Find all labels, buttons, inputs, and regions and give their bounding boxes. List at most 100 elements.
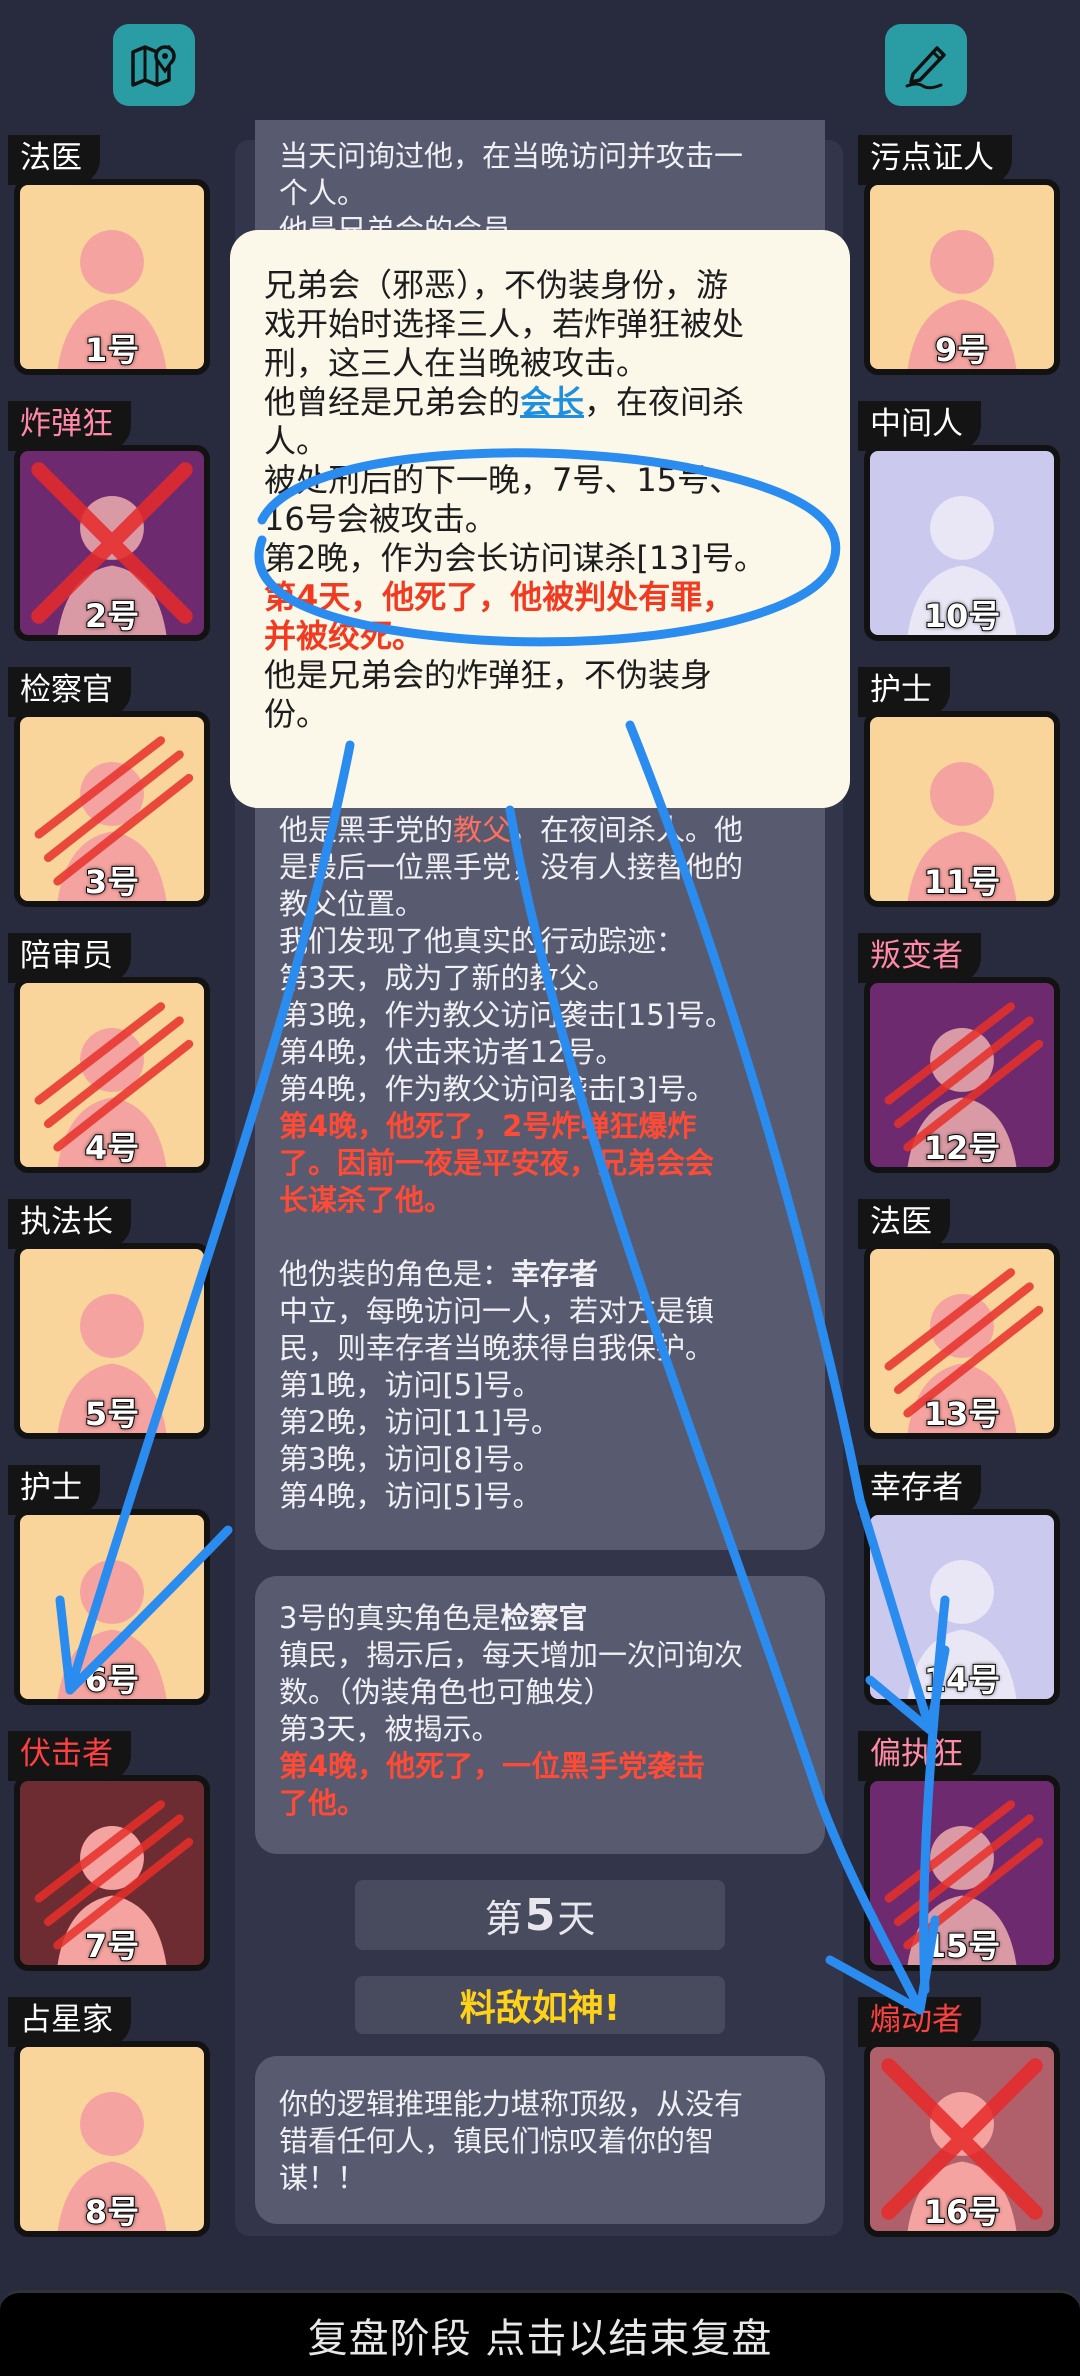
player-slot[interactable]: 护士 6号 <box>8 1465 216 1705</box>
popup-line: 兄弟会（邪恶），不伪装身份，游 <box>264 266 729 304</box>
disguise-role: 幸存者 <box>511 1257 599 1291</box>
pen-edit-icon <box>905 46 946 90</box>
popup-line: 份。 <box>264 695 329 733</box>
popup-line: 16号会被攻击。 <box>264 500 497 538</box>
death-line: 了他。 <box>279 1786 367 1820</box>
player-slot[interactable]: 煽动者 16号 <box>858 1997 1066 2237</box>
notes-button[interactable] <box>885 24 967 106</box>
log-line: 谋！！ <box>279 2161 367 2195</box>
player-slot[interactable]: 占星家 8号 <box>8 1997 216 2237</box>
log-line: 第4晚，作为教父访问袭击[3]号。 <box>279 1072 716 1106</box>
role-link-leader[interactable]: 会长 <box>520 383 584 421</box>
death-line: 长谋杀了他。 <box>279 1183 454 1217</box>
log-card-summary: 你的逻辑推理能力堪称顶级，从没有 错看任何人，镇民们惊叹着你的智 谋！！ <box>255 2056 825 2224</box>
popup-line: 戏开始时选择三人，若炸弹狂被处 <box>264 305 745 343</box>
player-number: 12号 <box>923 1128 1002 1168</box>
player-slot[interactable]: 法医 1号 <box>8 135 216 375</box>
popup-line: 刑，这三人在当晚被攻击。 <box>264 344 649 382</box>
player-slot[interactable]: 幸存者 14号 <box>858 1465 1066 1705</box>
log-line: 是最后一位黑手党，没有人接替他的 <box>279 850 744 884</box>
player-number: 8号 <box>84 2192 140 2232</box>
day-prefix: 第 <box>484 1896 523 1941</box>
role-tag: 护士 <box>8 1465 100 1515</box>
popup-line: 人。 <box>264 422 329 460</box>
log-line: 第3天，成为了新的教父。 <box>279 961 617 995</box>
role-tag: 污点证人 <box>858 135 1012 185</box>
log-line: 你的逻辑推理能力堪称顶级，从没有 <box>279 2087 744 2121</box>
day-indicator: 第5天 <box>355 1880 725 1950</box>
player-slot[interactable]: 法医 13号 <box>858 1199 1066 1439</box>
player-slot[interactable]: 陪审员 4号 <box>8 933 216 1173</box>
map-pin-icon <box>131 45 176 87</box>
player-slot[interactable]: 炸弹狂 2号 <box>8 401 216 641</box>
popup-death-line: 并被绞死。 <box>264 617 425 655</box>
log-line: 镇民，揭示后，每天增加一次问询次 <box>279 1638 744 1672</box>
role-tag: 执法长 <box>8 1199 131 1249</box>
player-slot[interactable]: 偏执狂 15号 <box>858 1731 1066 1971</box>
role-tag: 陪审员 <box>8 933 131 983</box>
log-line: 当天问询过他，在当晚访问并攻击一 <box>279 139 744 173</box>
log-line: 我们发现了他真实的行动踪迹： <box>279 924 686 958</box>
popup-line: 第2晚，作为会长访问谋杀[13]号。 <box>264 539 767 577</box>
log-line: 错看任何人，镇民们惊叹着你的智 <box>279 2124 715 2158</box>
player-number: 2号 <box>84 596 140 636</box>
death-line: 第4晚，他死了，一位黑手党袭击 <box>279 1749 706 1783</box>
map-button[interactable] <box>113 24 195 106</box>
player-slot[interactable]: 伏击者 7号 <box>8 1731 216 1971</box>
player-number: 16号 <box>923 2192 1002 2232</box>
player-number: 7号 <box>84 1926 140 1966</box>
player-slot[interactable]: 护士 11号 <box>858 667 1066 907</box>
player-number: 4号 <box>84 1128 140 1168</box>
player-number: 11号 <box>923 862 1002 902</box>
popup-line: 被处刑后的下一晚，7号、15号、 <box>264 461 742 499</box>
player-number: 15号 <box>923 1926 1002 1966</box>
player-number: 14号 <box>923 1660 1002 1700</box>
player-number: 1号 <box>84 330 140 370</box>
log-line: 民，则幸存者当晚获得自我保护。 <box>279 1331 715 1365</box>
log-card-godfather: 他是黑手党的教父，在夜间杀人。他 是最后一位黑手党，没有人接替他的 教父位置。 … <box>255 760 825 1550</box>
log-line: 个人。 <box>279 176 367 210</box>
day-number: 5 <box>524 1889 556 1941</box>
log-line: 第3晚，作为教父访问袭击[15]号。 <box>279 998 734 1032</box>
death-line: 了。因前一夜是平安夜，兄弟会会 <box>279 1146 715 1180</box>
popup-line: 他是兄弟会的炸弹狂，不伪装身 <box>264 656 713 694</box>
log-line: 第1晚，访问[5]号。 <box>279 1368 542 1402</box>
log-text: ，在夜间杀人。他 <box>511 813 744 847</box>
role-tag: 伏击者 <box>8 1731 131 1781</box>
popup-text: ，在夜间杀 <box>584 383 745 421</box>
day-suffix: 天 <box>557 1896 596 1941</box>
log-line: 数。（伪装角色也可触发） <box>279 1675 613 1709</box>
role-tag: 煽动者 <box>858 1997 981 2047</box>
role-tag: 检察官 <box>8 667 131 717</box>
player-slot[interactable]: 污点证人 9号 <box>858 135 1066 375</box>
player-number: 3号 <box>84 862 140 902</box>
player-number: 10号 <box>923 596 1002 636</box>
player-slot[interactable]: 检察官 3号 <box>8 667 216 907</box>
role-link-godfather[interactable]: 教父 <box>453 813 511 847</box>
log-line: 第4晚，访问[5]号。 <box>279 1479 542 1513</box>
log-line: 第4晚，伏击来访者12号。 <box>279 1035 625 1069</box>
player-slot[interactable]: 叛变者 12号 <box>858 933 1066 1173</box>
log-line: 第3晚，访问[8]号。 <box>279 1442 542 1476</box>
log-line: 中立，每晚访问一人，若对方是镇 <box>279 1294 715 1328</box>
death-line: 第4晚，他死了，2号炸弹狂爆炸 <box>279 1109 697 1143</box>
player-number: 6号 <box>84 1660 140 1700</box>
role-tag: 叛变者 <box>858 933 981 983</box>
role-detail-popup[interactable]: 兄弟会（邪恶），不伪装身份，游 戏开始时选择三人，若炸弹狂被处 刑，这三人在当晚… <box>230 230 850 808</box>
player-slot[interactable]: 执法长 5号 <box>8 1199 216 1439</box>
true-role: 检察官 <box>500 1601 588 1635</box>
role-tag: 法医 <box>858 1199 950 1249</box>
player-slot[interactable]: 中间人 10号 <box>858 401 1066 641</box>
end-review-label: 复盘阶段 点击以结束复盘 <box>307 2315 773 2362</box>
role-tag: 护士 <box>858 667 950 717</box>
log-line: 教父位置。 <box>279 887 425 921</box>
end-review-button[interactable]: 复盘阶段 点击以结束复盘 <box>0 2290 1080 2376</box>
role-tag: 偏执狂 <box>858 1731 981 1781</box>
role-tag: 占星家 <box>8 1997 131 2047</box>
log-card-prosecutor: 3号的真实角色是检察官 镇民，揭示后，每天增加一次问询次 数。（伪装角色也可触发… <box>255 1576 825 1854</box>
role-tag: 炸弹狂 <box>8 401 131 451</box>
result-banner: 料敌如神! <box>355 1976 725 2034</box>
log-text: 他是黑手党的 <box>279 813 454 847</box>
player-number: 5号 <box>84 1394 140 1434</box>
log-text: 他伪装的角色是： <box>279 1257 512 1291</box>
